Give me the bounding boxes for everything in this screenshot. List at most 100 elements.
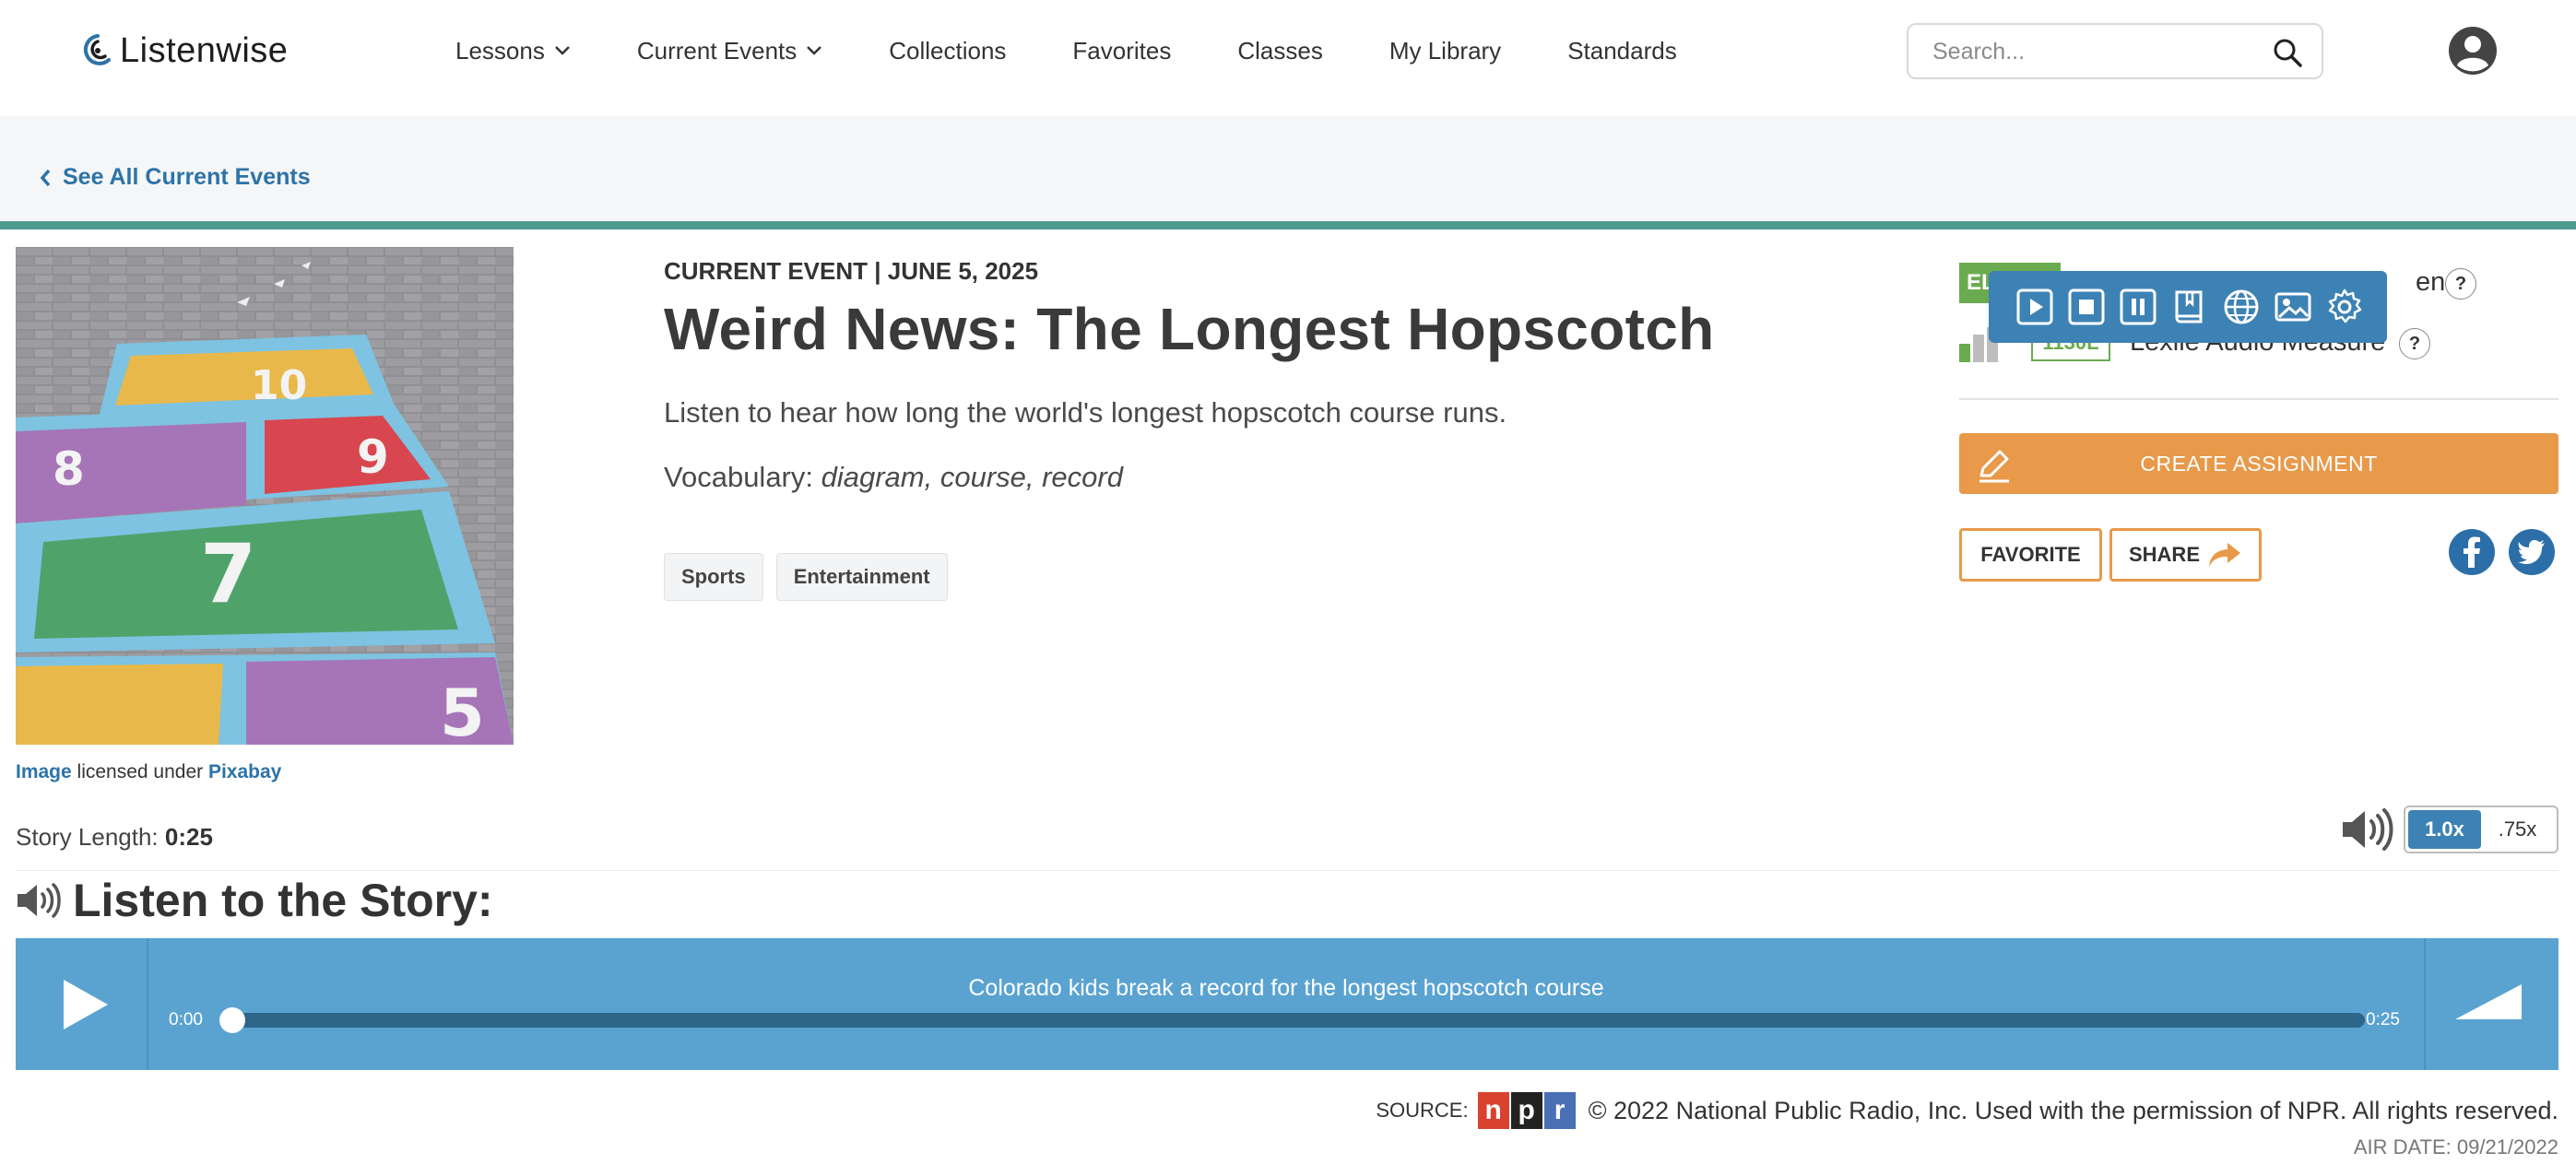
lexile-help-button[interactable]: ?	[2399, 328, 2430, 359]
play-icon	[2016, 288, 2053, 325]
nav-label: My Library	[1388, 36, 1502, 65]
track-title: Colorado kids break a record for the lon…	[968, 975, 1604, 1001]
listenwise-logo-icon	[83, 34, 111, 65]
proficiency-help-button[interactable]: ?	[2445, 268, 2476, 300]
toolbar-pause-button[interactable]	[2118, 287, 2158, 327]
twitter-icon	[2518, 540, 2545, 564]
toolbar-stop-button[interactable]	[2066, 287, 2107, 327]
image-credit: Image licensed under Pixabay	[16, 761, 281, 783]
story-image: 10 8 9 7 5	[16, 247, 514, 745]
right-column-divider	[1959, 398, 2558, 400]
share-label: SHARE	[2128, 543, 2200, 566]
progress-bar[interactable]	[219, 1007, 2365, 1033]
toolbar-settings-button[interactable]	[2324, 287, 2365, 327]
translate-icon	[2224, 289, 2259, 324]
facebook-share-button[interactable]	[2449, 529, 2495, 575]
nav-lessons[interactable]: Lessons	[455, 37, 571, 65]
nav-current-events[interactable]: Current Events	[637, 37, 822, 65]
favorite-button[interactable]: FAVORITE	[1959, 528, 2102, 582]
twitter-share-button[interactable]	[2509, 529, 2555, 575]
speed-option-1x[interactable]: 1.0x	[2408, 810, 2481, 849]
create-assignment-button[interactable]: CREATE ASSIGNMENT	[1959, 433, 2558, 494]
create-assignment-label: CREATE ASSIGNMENT	[2140, 451, 2378, 476]
play-icon	[64, 980, 108, 1029]
duration: 0:25	[2366, 1010, 2400, 1029]
svg-text:10: 10	[251, 362, 307, 409]
search-input[interactable]	[1931, 38, 2263, 65]
nav-label: Standards	[1567, 36, 1677, 65]
volume-control[interactable]	[2424, 938, 2558, 1070]
audio-player: Colorado kids break a record for the lon…	[16, 938, 2558, 1070]
story-length-label: Story Length:	[16, 823, 165, 851]
see-all-current-events-link[interactable]: See All Current Events	[39, 164, 311, 191]
npr-logo: n p r	[1477, 1092, 1578, 1129]
tag-entertainment[interactable]: Entertainment	[775, 553, 948, 601]
share-button[interactable]: SHARE	[2109, 528, 2262, 582]
air-date: AIR DATE: 09/21/2022	[2353, 1135, 2558, 1158]
story-length-value: 0:25	[164, 823, 213, 851]
event-kicker: CURRENT EVENT | JUNE 5, 2025	[664, 257, 1039, 285]
stop-icon	[2068, 288, 2105, 325]
nav-label: Lessons	[455, 36, 545, 65]
hopscotch-image: 10 8 9 7 5	[16, 247, 514, 745]
section-divider	[16, 870, 2558, 871]
nav-classes[interactable]: Classes	[1237, 37, 1322, 65]
search-box	[1907, 23, 2323, 79]
share-arrow-icon	[2209, 543, 2240, 567]
toolbar-dictionary-button[interactable]	[2169, 287, 2210, 327]
pencil-icon	[1979, 450, 2009, 483]
playback-speed-selector: 1.0x .75x	[2404, 806, 2558, 853]
chevron-left-icon	[40, 169, 51, 186]
toolbar-picture-dictionary-button[interactable]	[2273, 287, 2313, 327]
breadcrumb-label: See All Current Events	[63, 164, 311, 190]
volume-level-icon	[2455, 984, 2522, 1019]
svg-text:7: 7	[200, 526, 256, 621]
section-divider	[0, 221, 2576, 229]
nav-collections[interactable]: Collections	[889, 37, 1006, 65]
vocabulary-words: diagram, course, record	[821, 461, 1123, 493]
facebook-icon	[2464, 536, 2480, 568]
chevron-down-icon	[554, 46, 570, 55]
listenwise-logo[interactable]: Listenwise	[81, 28, 288, 74]
logo-text: Listenwise	[120, 30, 289, 70]
nav-label: Classes	[1237, 36, 1323, 65]
story-length: Story Length: 0:25	[16, 823, 213, 852]
toolbar-translate-button[interactable]	[2221, 287, 2262, 327]
pause-icon	[2120, 288, 2157, 325]
settings-icon	[2328, 288, 2362, 323]
dictionary-icon	[2175, 290, 2203, 323]
speed-option-075x[interactable]: .75x	[2481, 810, 2554, 849]
svg-text:9: 9	[357, 430, 389, 484]
player-play-button[interactable]	[16, 938, 148, 1070]
page-title: Weird News: The Longest Hopscotch	[664, 296, 1715, 362]
search-icon[interactable]	[2272, 37, 2303, 68]
nav-standards[interactable]: Standards	[1567, 37, 1677, 65]
main-menu: Lessons Current Events Collections Favor…	[455, 28, 1743, 74]
tag-list: Sports Entertainment	[664, 553, 961, 601]
picture-dictionary-icon	[2275, 292, 2311, 322]
progress-handle[interactable]	[219, 1007, 245, 1033]
source-attribution: SOURCE: n p r © 2022 National Public Rad…	[1376, 1092, 2558, 1129]
image-link[interactable]: Image	[16, 761, 72, 782]
svg-text:5: 5	[440, 676, 485, 745]
nav-label: Current Events	[636, 36, 798, 65]
listen-heading-text: Listen to the Story:	[73, 875, 493, 926]
speaker-icon[interactable]	[2340, 807, 2393, 852]
vocabulary: Vocabulary: diagram, course, record	[664, 461, 1123, 494]
npr-letter-p: p	[1510, 1092, 1542, 1129]
toolbar-play-button[interactable]	[2015, 287, 2055, 327]
npr-letter-r: r	[1543, 1092, 1576, 1129]
breadcrumb-bar: See All Current Events	[0, 116, 2576, 221]
current-time: 0:00	[169, 1010, 203, 1029]
tag-sports[interactable]: Sports	[664, 553, 763, 601]
source-label: SOURCE:	[1376, 1099, 1469, 1122]
nav-my-library[interactable]: My Library	[1389, 37, 1501, 65]
nav-favorites[interactable]: Favorites	[1072, 37, 1171, 65]
top-navigation: Listenwise Lessons Current Events Collec…	[0, 0, 2576, 116]
vocabulary-label: Vocabulary:	[664, 461, 821, 493]
story-summary: Listen to hear how long the world's long…	[664, 396, 1507, 429]
speaker-icon	[18, 883, 61, 918]
pixabay-link[interactable]: Pixabay	[208, 761, 281, 782]
user-account-icon[interactable]	[2448, 26, 2498, 76]
listen-heading: Listen to the Story:	[16, 874, 493, 927]
